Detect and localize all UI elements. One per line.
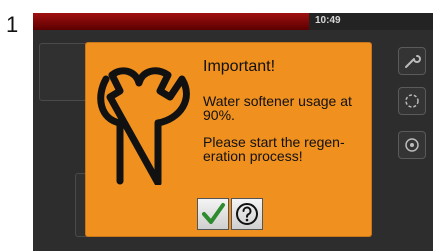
clock: 10:49 — [315, 15, 341, 26]
dialog-message-usage: Water softener usage at 90%. — [203, 93, 352, 123]
side-button-settings[interactable] — [398, 131, 426, 159]
status-bar-alert — [33, 13, 309, 30]
warning-dialog: Important! Water softener usage at 90%. … — [86, 43, 371, 236]
check-icon — [202, 203, 225, 224]
dialog-message-action: Please start the regen-eration process! — [203, 134, 345, 164]
wrench-icon — [97, 67, 190, 185]
question-icon — [236, 203, 258, 225]
side-button-wrench[interactable] — [398, 47, 426, 75]
cycle-icon — [405, 94, 419, 108]
settings-icon — [405, 138, 419, 152]
side-button-cycle[interactable] — [398, 87, 426, 115]
wrench-icon — [405, 55, 421, 68]
dialog-title: Important! — [203, 58, 276, 75]
step-number: 1 — [6, 12, 19, 37]
confirm-button[interactable] — [197, 198, 229, 230]
device-screen: 10:49 Important! Water softener usage at… — [33, 13, 433, 251]
help-button[interactable] — [231, 198, 263, 230]
status-bar: 10:49 — [33, 13, 433, 30]
